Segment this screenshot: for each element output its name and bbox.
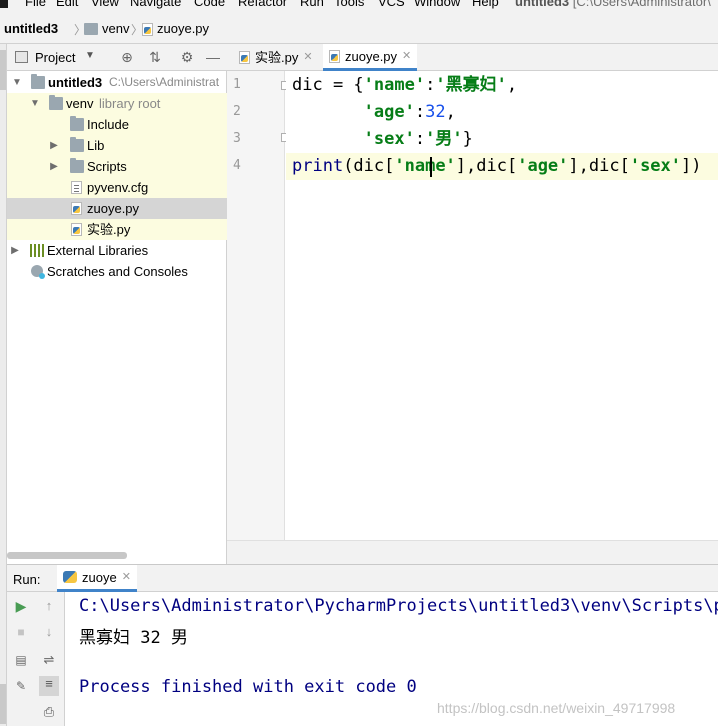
python-file-icon xyxy=(239,51,250,64)
tree-item-lib[interactable]: ▶ Lib xyxy=(7,135,227,156)
menu-edit[interactable]: Edit xyxy=(56,0,78,9)
collapse-all-icon[interactable]: ⇅ xyxy=(147,49,163,65)
close-icon[interactable]: ✕ xyxy=(402,43,411,70)
arrow-down-icon[interactable]: ↓ xyxy=(41,624,57,640)
tab-shiyan-py[interactable]: 实验.py ✕ xyxy=(233,44,319,71)
arrow-up-icon[interactable]: ↑ xyxy=(41,598,57,614)
chevron-down-icon[interactable]: ▼ xyxy=(29,93,41,114)
stop-icon[interactable]: ■ xyxy=(13,624,29,640)
code-line-1: dic = {'name':'黑寡妇', xyxy=(292,75,518,95)
line-number: 1 xyxy=(233,77,241,92)
close-icon[interactable]: ✕ xyxy=(303,44,312,71)
console-exit-message: Process finished with exit code 0 xyxy=(79,677,417,697)
console-output: 黑寡妇 32 男 xyxy=(79,628,188,648)
code-line-3: 'sex':'男'} xyxy=(363,129,473,149)
tree-item-scratches[interactable]: Scratches and Consoles xyxy=(7,261,227,282)
tree-item-scripts[interactable]: ▶ Scripts xyxy=(7,156,227,177)
menu-navigate[interactable]: Navigate xyxy=(130,0,181,9)
folder-icon xyxy=(31,74,45,89)
tree-item-untitled3[interactable]: ▼ untitled3 C:\Users\Administrat xyxy=(7,72,227,93)
menu-view[interactable]: View xyxy=(91,0,119,9)
favorites-tool-tab[interactable] xyxy=(0,684,6,724)
layout-icon[interactable]: ▤ xyxy=(13,652,29,668)
menu-file[interactable]: File xyxy=(25,0,46,9)
scroll-to-end-icon[interactable]: ≡ xyxy=(39,676,59,696)
scratch-icon xyxy=(31,265,45,279)
line-number: 3 xyxy=(233,131,241,146)
watermark: https://blog.csdn.net/weixin_49717998 xyxy=(437,700,676,716)
config-file-icon xyxy=(71,181,82,194)
breadcrumb: untitled3 〉 venv 〉 zuoye.py xyxy=(0,12,718,44)
python-file-icon xyxy=(71,202,82,215)
menu-run[interactable]: Run xyxy=(300,0,324,9)
python-file-icon xyxy=(142,22,153,36)
code-editor[interactable]: dic = {'name':'黑寡妇', 'age':32, 'sex':'男'… xyxy=(286,71,718,540)
project-panel-header: Project ▼ ⊕ ⇅ ⚙ — xyxy=(7,44,227,71)
python-file-icon xyxy=(329,49,340,63)
library-icon xyxy=(30,244,44,257)
console-command-line: C:\Users\Administrator\PycharmProjects\u… xyxy=(79,596,718,616)
menu-bar: File Edit View Navigate Code Refactor Ru… xyxy=(0,0,718,12)
run-panel-title: Run: xyxy=(13,572,41,587)
run-panel-header: Run: zuoye ✕ xyxy=(7,564,718,592)
editor-bottom-bar xyxy=(227,540,718,564)
python-file-icon xyxy=(71,223,82,236)
menu-code[interactable]: Code xyxy=(194,0,225,9)
tree-item-shiyan-py[interactable]: 实验.py xyxy=(7,219,227,240)
print-icon[interactable]: ⎙ xyxy=(41,704,57,720)
close-icon[interactable]: ✕ xyxy=(122,564,131,591)
pycharm-app-icon xyxy=(0,0,8,8)
folder-icon xyxy=(49,95,63,110)
menu-refactor[interactable]: Refactor xyxy=(238,0,287,9)
chevron-right-icon[interactable]: ▶ xyxy=(48,135,60,156)
chevron-right-icon[interactable]: ▶ xyxy=(9,240,21,261)
folder-icon xyxy=(70,116,84,131)
hide-panel-icon[interactable]: — xyxy=(205,49,221,65)
tree-item-zuoye-py[interactable]: zuoye.py xyxy=(7,198,227,219)
folder-icon xyxy=(84,23,98,35)
left-tool-strip xyxy=(0,44,7,726)
rerun-icon[interactable]: ▶ xyxy=(13,598,29,614)
chevron-down-icon[interactable]: ▼ xyxy=(85,50,95,61)
tab-zuoye-py[interactable]: zuoye.py ✕ xyxy=(323,43,418,71)
project-panel: Project ▼ ⊕ ⇅ ⚙ — ▼ untitled3 C:\Users\A… xyxy=(7,44,227,564)
breadcrumb-project[interactable]: untitled3 xyxy=(4,21,58,37)
folder-icon xyxy=(70,158,84,173)
breadcrumb-file[interactable]: zuoye.py xyxy=(142,21,209,37)
tree-item-include[interactable]: Include xyxy=(7,114,227,135)
run-toolbar: ▶ ↑ ■ ↓ ▤ ⇌ ✎ ≡ ⎙ xyxy=(7,592,65,726)
project-view-title[interactable]: Project xyxy=(35,50,75,65)
folder-icon xyxy=(70,137,84,152)
python-icon xyxy=(63,571,77,583)
tree-item-external-libraries[interactable]: ▶ External Libraries xyxy=(7,240,227,261)
chevron-right-icon[interactable]: ▶ xyxy=(48,156,60,177)
run-tab-zuoye[interactable]: zuoye ✕ xyxy=(57,565,137,592)
locate-icon[interactable]: ⊕ xyxy=(119,49,135,65)
soft-wrap-icon[interactable]: ⇌ xyxy=(41,652,57,668)
chevron-down-icon[interactable]: ▼ xyxy=(11,72,23,93)
gear-icon[interactable]: ⚙ xyxy=(179,49,195,65)
menu-tools[interactable]: Tools xyxy=(334,0,364,9)
menu-window[interactable]: Window xyxy=(414,0,460,9)
window-title: untitled3 [C:\Users\Administrator\ xyxy=(515,0,711,9)
editor-tab-bar: 实验.py ✕ zuoye.py ✕ xyxy=(227,44,718,71)
horizontal-scrollbar[interactable] xyxy=(7,552,127,559)
tree-item-venv[interactable]: ▼ venv library root xyxy=(7,93,227,114)
code-line-4: print(dic['name'],dic['age'],dic['sex']) xyxy=(286,153,718,180)
project-view-icon xyxy=(15,51,28,63)
line-number: 4 xyxy=(233,158,241,173)
line-number: 2 xyxy=(233,104,241,119)
text-caret xyxy=(430,157,432,177)
project-tool-tab[interactable] xyxy=(0,50,6,90)
pin-icon[interactable]: ✎ xyxy=(13,678,29,694)
editor-gutter: 1 2 3 4 xyxy=(227,71,311,540)
breadcrumb-venv[interactable]: venv xyxy=(84,21,129,37)
tree-item-pyvenv-cfg[interactable]: pyvenv.cfg xyxy=(7,177,227,198)
code-line-2: 'age':32, xyxy=(363,102,456,122)
menu-vcs[interactable]: VCS xyxy=(378,0,405,9)
menu-help[interactable]: Help xyxy=(472,0,499,9)
